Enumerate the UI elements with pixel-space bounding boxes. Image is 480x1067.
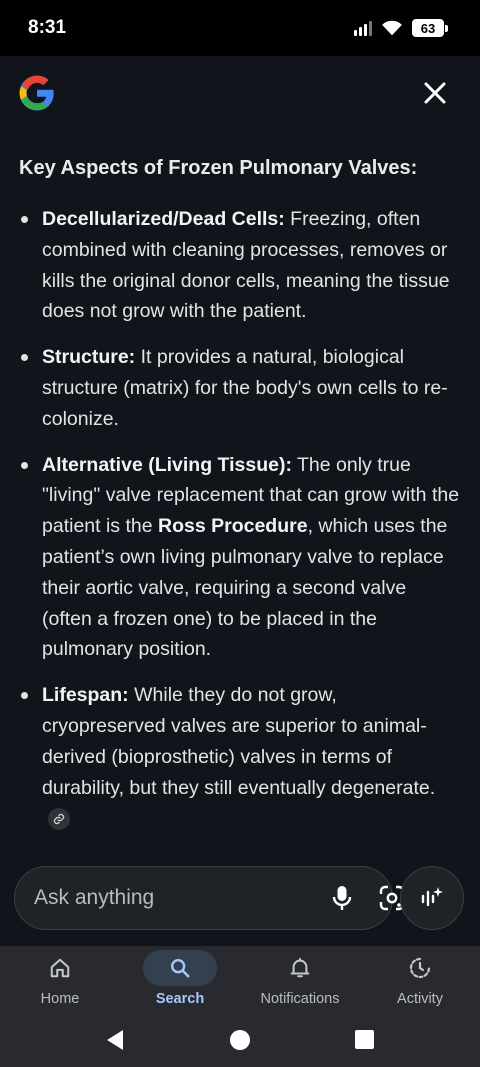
signal-icon — [354, 20, 372, 36]
answer-heading: Key Aspects of Frozen Pulmonary Valves: — [19, 157, 418, 179]
ai-mode-icon — [421, 887, 443, 907]
close-icon[interactable] — [420, 78, 450, 108]
home-icon — [50, 958, 70, 978]
nav-label: Notifications — [260, 991, 340, 1007]
bullet-title: Alternative (Living Tissue): — [42, 453, 292, 476]
ai-mode-button[interactable] — [400, 866, 464, 930]
nav-notifications[interactable]: Notifications — [240, 946, 360, 1018]
list-item: Decellularized/Dead Cells: Freezing, oft… — [19, 204, 460, 327]
activity-icon — [409, 957, 431, 979]
list-item: Lifespan: While they do not grow, cryopr… — [19, 680, 460, 834]
google-g-logo — [19, 75, 54, 111]
search-icon — [171, 959, 190, 978]
status-time: 8:31 — [28, 17, 67, 38]
list-item: Structure: It provides a natural, biolog… — [19, 342, 460, 434]
bullet-title: Lifespan: — [42, 684, 129, 707]
nav-activity[interactable]: Activity — [360, 946, 480, 1018]
home-circle-icon[interactable] — [229, 1029, 251, 1051]
status-bar: 8:31 63 — [0, 0, 480, 56]
recents-icon[interactable] — [355, 1030, 374, 1049]
nav-search[interactable]: Search — [120, 946, 240, 1018]
battery-level: 63 — [412, 19, 444, 37]
list-item: Alternative (Living Tissue): The only tr… — [19, 450, 460, 666]
status-icons: 63 — [354, 19, 448, 37]
header — [0, 56, 480, 140]
source-link-button[interactable] — [48, 808, 70, 831]
ask-input[interactable] — [34, 886, 305, 910]
nav-label: Search — [155, 991, 205, 1007]
nav-label: Activity — [397, 991, 443, 1007]
mic-icon[interactable] — [331, 884, 353, 912]
bullet-emphasis: Ross Procedure — [158, 515, 308, 538]
back-icon[interactable] — [105, 1029, 125, 1051]
bell-icon — [290, 957, 310, 978]
ask-bar — [14, 866, 405, 930]
nav-home[interactable]: Home — [0, 946, 120, 1018]
answer-content: Key Aspects of Frozen Pulmonary Valves: … — [0, 140, 480, 860]
bullet-list: Decellularized/Dead Cells: Freezing, oft… — [19, 204, 460, 834]
bullet-title: Structure: — [42, 346, 136, 369]
link-icon — [53, 814, 65, 825]
bottom-nav: Home Search Notifications Activity — [0, 946, 480, 1018]
nav-label: Home — [40, 991, 80, 1007]
system-nav-bar — [0, 1018, 480, 1067]
bullet-title: Decellularized/Dead Cells: — [42, 208, 285, 230]
battery-icon: 63 — [412, 19, 448, 37]
wifi-icon — [382, 20, 402, 36]
